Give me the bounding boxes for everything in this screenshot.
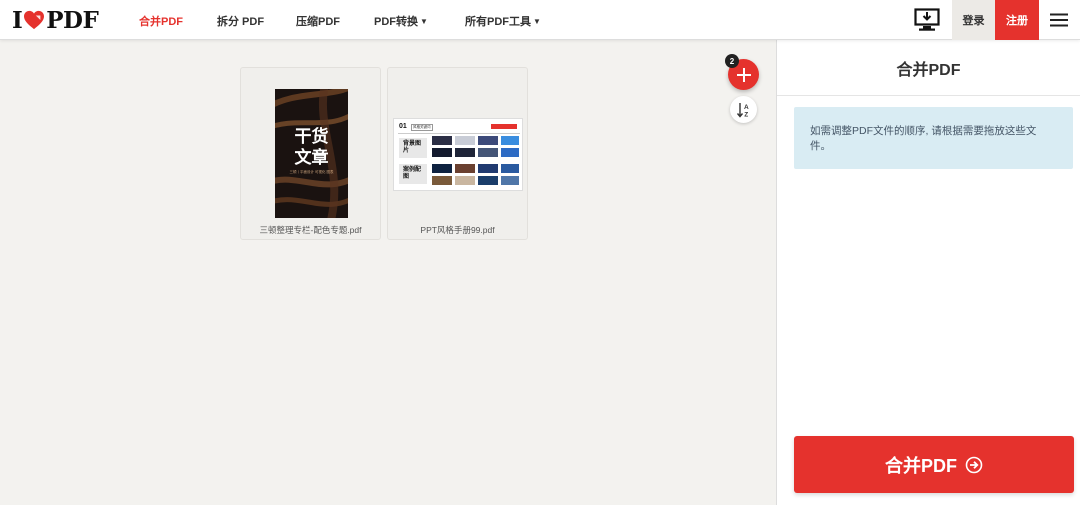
options-sidebar: 合并PDF 如需调整PDF文件的顺序, 请根据需要拖放这些文件。 合并PDF: [776, 40, 1080, 505]
merge-pdf-button[interactable]: 合并PDF: [794, 436, 1074, 493]
top-nav-bar: I PDF 合并PDF 拆分 PDF 压缩PDF PDF转换 ▼ 所有PDF工具 ▼: [0, 0, 1080, 40]
ilovepdf-logo[interactable]: I PDF: [12, 6, 99, 34]
nav-all-tools[interactable]: 所有PDF工具 ▼: [465, 13, 541, 29]
hamburger-menu-button[interactable]: [1046, 8, 1072, 32]
nav-merge-pdf[interactable]: 合并PDF: [139, 13, 183, 29]
merge-pdf-button-label: 合并PDF: [885, 455, 957, 476]
nav-merge-pdf-label: 合并PDF: [139, 16, 183, 28]
thumb-image-grid: [432, 136, 519, 185]
nav-split-pdf-label: 拆分 PDF: [217, 16, 265, 28]
thumb-title-line-2: 文章: [294, 148, 329, 168]
sort-az-icon: A Z: [736, 102, 749, 118]
thumb-title-line-1: 干货: [294, 127, 329, 147]
info-message: 如需调整PDF文件的顺序, 请根据需要拖放这些文件。: [794, 107, 1073, 169]
thumb-section-number: 01: [399, 123, 407, 130]
login-button[interactable]: 登录: [952, 0, 995, 40]
signup-label: 注册: [1006, 15, 1028, 27]
sort-files-button[interactable]: A Z: [730, 96, 757, 123]
caret-down-icon: ▼: [533, 17, 541, 26]
sidebar-title-text: 合并PDF: [896, 61, 961, 79]
signup-button[interactable]: 注册: [995, 0, 1039, 40]
thumb-row-label: 案例配图: [399, 164, 427, 184]
file-name: PPT风格手册99.pdf: [420, 225, 495, 235]
file-thumbnail: 01 风格关键词 背景图片 案例配图: [393, 118, 523, 191]
nav-split-pdf[interactable]: 拆分 PDF: [217, 13, 264, 29]
nav-convert-pdf[interactable]: PDF转换 ▼: [374, 13, 428, 29]
thumb-row-label: 背景图片: [399, 138, 427, 158]
svg-text:Z: Z: [744, 111, 748, 118]
caret-down-icon: ▼: [420, 17, 428, 26]
desktop-download-icon: [914, 8, 940, 31]
sidebar-title: 合并PDF: [777, 40, 1080, 96]
file-count-badge: 2: [725, 54, 739, 68]
thumb-subtitle: 三顿丨平面设计 可视化 图表: [289, 170, 334, 174]
info-message-text: 如需调整PDF文件的顺序, 请根据需要拖放这些文件。: [810, 125, 1037, 152]
nav-convert-pdf-label: PDF转换: [374, 16, 418, 28]
desktop-app-button[interactable]: [906, 0, 948, 40]
thumb-red-tag: [491, 124, 517, 129]
file-card[interactable]: 干货 文章 三顿丨平面设计 可视化 图表 三顿整理专栏-配色专题.pdf: [240, 67, 381, 240]
plus-icon: [736, 67, 751, 82]
nav-compress-pdf[interactable]: 压缩PDF: [296, 13, 340, 29]
svg-text:A: A: [744, 104, 749, 111]
nav-all-tools-label: 所有PDF工具: [465, 16, 531, 28]
file-name: 三顿整理专栏-配色专题.pdf: [259, 225, 362, 235]
arrow-right-circle-icon: [965, 456, 983, 473]
nav-compress-pdf-label: 压缩PDF: [296, 16, 340, 28]
logo-letter-i: I: [12, 6, 23, 34]
thumb-title: 干货 文章: [275, 127, 348, 169]
logo-pdf-text: PDF: [46, 6, 99, 34]
hamburger-icon: [1050, 13, 1068, 27]
file-card[interactable]: 01 风格关键词 背景图片 案例配图 PPT风格手册99.pdf: [387, 67, 528, 240]
login-label: 登录: [962, 15, 985, 27]
heart-icon: [24, 10, 45, 30]
thumb-section-tag: 风格关键词: [411, 124, 433, 131]
file-thumbnail: 干货 文章 三顿丨平面设计 可视化 图表: [275, 89, 348, 218]
file-count-value: 2: [729, 56, 735, 66]
